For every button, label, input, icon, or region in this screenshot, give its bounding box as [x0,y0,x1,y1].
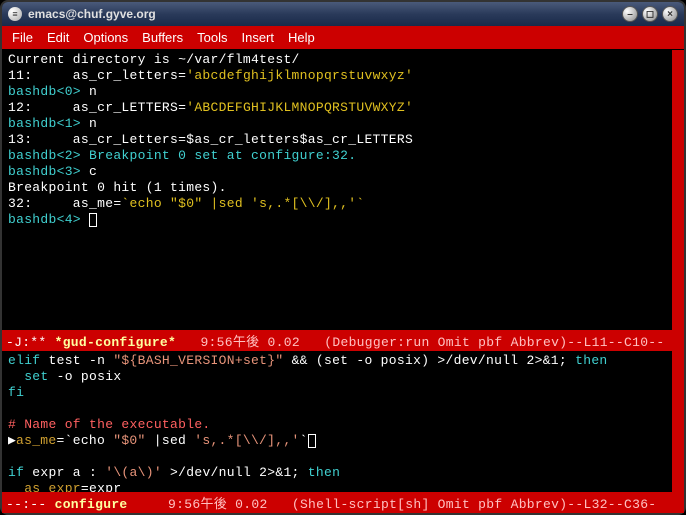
menu-insert[interactable]: Insert [241,30,274,45]
titlebar[interactable]: ≡ emacs@chuf.gyve.org – ◻ × [2,2,684,26]
close-button[interactable]: × [662,6,678,22]
cursor [308,434,316,448]
src-line [8,449,666,465]
src-line: fi [8,385,666,401]
cursor [89,213,97,227]
gud-prompt: bashdb<2> Breakpoint 0 set at configure:… [8,148,666,164]
gud-line: 11: as_cr_letters='abcdefghijklmnopqrstu… [8,68,666,84]
gud-line: 13: as_cr_Letters=$as_cr_letters$as_cr_L… [8,132,666,148]
overlay-arrow-icon: ▶ [8,433,16,449]
gud-prompt: bashdb<1> n [8,116,666,132]
window-title: emacs@chuf.gyve.org [28,7,622,21]
window-frame: ≡ emacs@chuf.gyve.org – ◻ × File Edit Op… [0,0,686,515]
gud-line: 12: as_cr_LETTERS='ABCDEFGHIJKLMNOPQRSTU… [8,100,666,116]
menu-tools[interactable]: Tools [197,30,227,45]
gud-prompt: bashdb<0> n [8,84,666,100]
modeline-source[interactable]: --:-- configure 9:56午後 0.02 (Shell-scrip… [2,492,684,513]
src-current-line: ▶as_me=`echo "$0" |sed 's,.*[\\/],,'` [8,433,666,449]
gud-prompt: bashdb<4> [8,212,666,228]
menu-options[interactable]: Options [83,30,128,45]
gud-prompt: bashdb<3> c [8,164,666,180]
gud-line: Current directory is ~/var/flm4test/ [8,52,666,68]
menu-edit[interactable]: Edit [47,30,69,45]
src-line: set -o posix [8,369,666,385]
src-line: as_expr=expr [8,481,666,492]
src-comment: # Name of the executable. [8,417,666,433]
gud-pane[interactable]: Current directory is ~/var/flm4test/ 11:… [2,50,684,330]
src-line: elif test -n "${BASH_VERSION+set}" && (s… [8,353,666,369]
source-pane[interactable]: elif test -n "${BASH_VERSION+set}" && (s… [2,351,684,492]
gud-line: Breakpoint 0 hit (1 times). [8,180,666,196]
menu-file[interactable]: File [12,30,33,45]
menu-bar: File Edit Options Buffers Tools Insert H… [2,26,684,50]
src-line [8,401,666,417]
modeline-gud[interactable]: -J:** *gud-configure* 9:56午後 0.02 (Debug… [2,330,684,351]
editor-area: Current directory is ~/var/flm4test/ 11:… [2,50,684,513]
menu-help[interactable]: Help [288,30,315,45]
minimize-button[interactable]: – [622,6,638,22]
gud-line: 32: as_me=`echo "$0" |sed 's,.*[\\/],,'` [8,196,666,212]
maximize-button[interactable]: ◻ [642,6,658,22]
window-buttons: – ◻ × [622,6,678,22]
menu-buffers[interactable]: Buffers [142,30,183,45]
src-line: if expr a : '\(a\)' >/dev/null 2>&1; the… [8,465,666,481]
app-icon: ≡ [8,7,22,21]
